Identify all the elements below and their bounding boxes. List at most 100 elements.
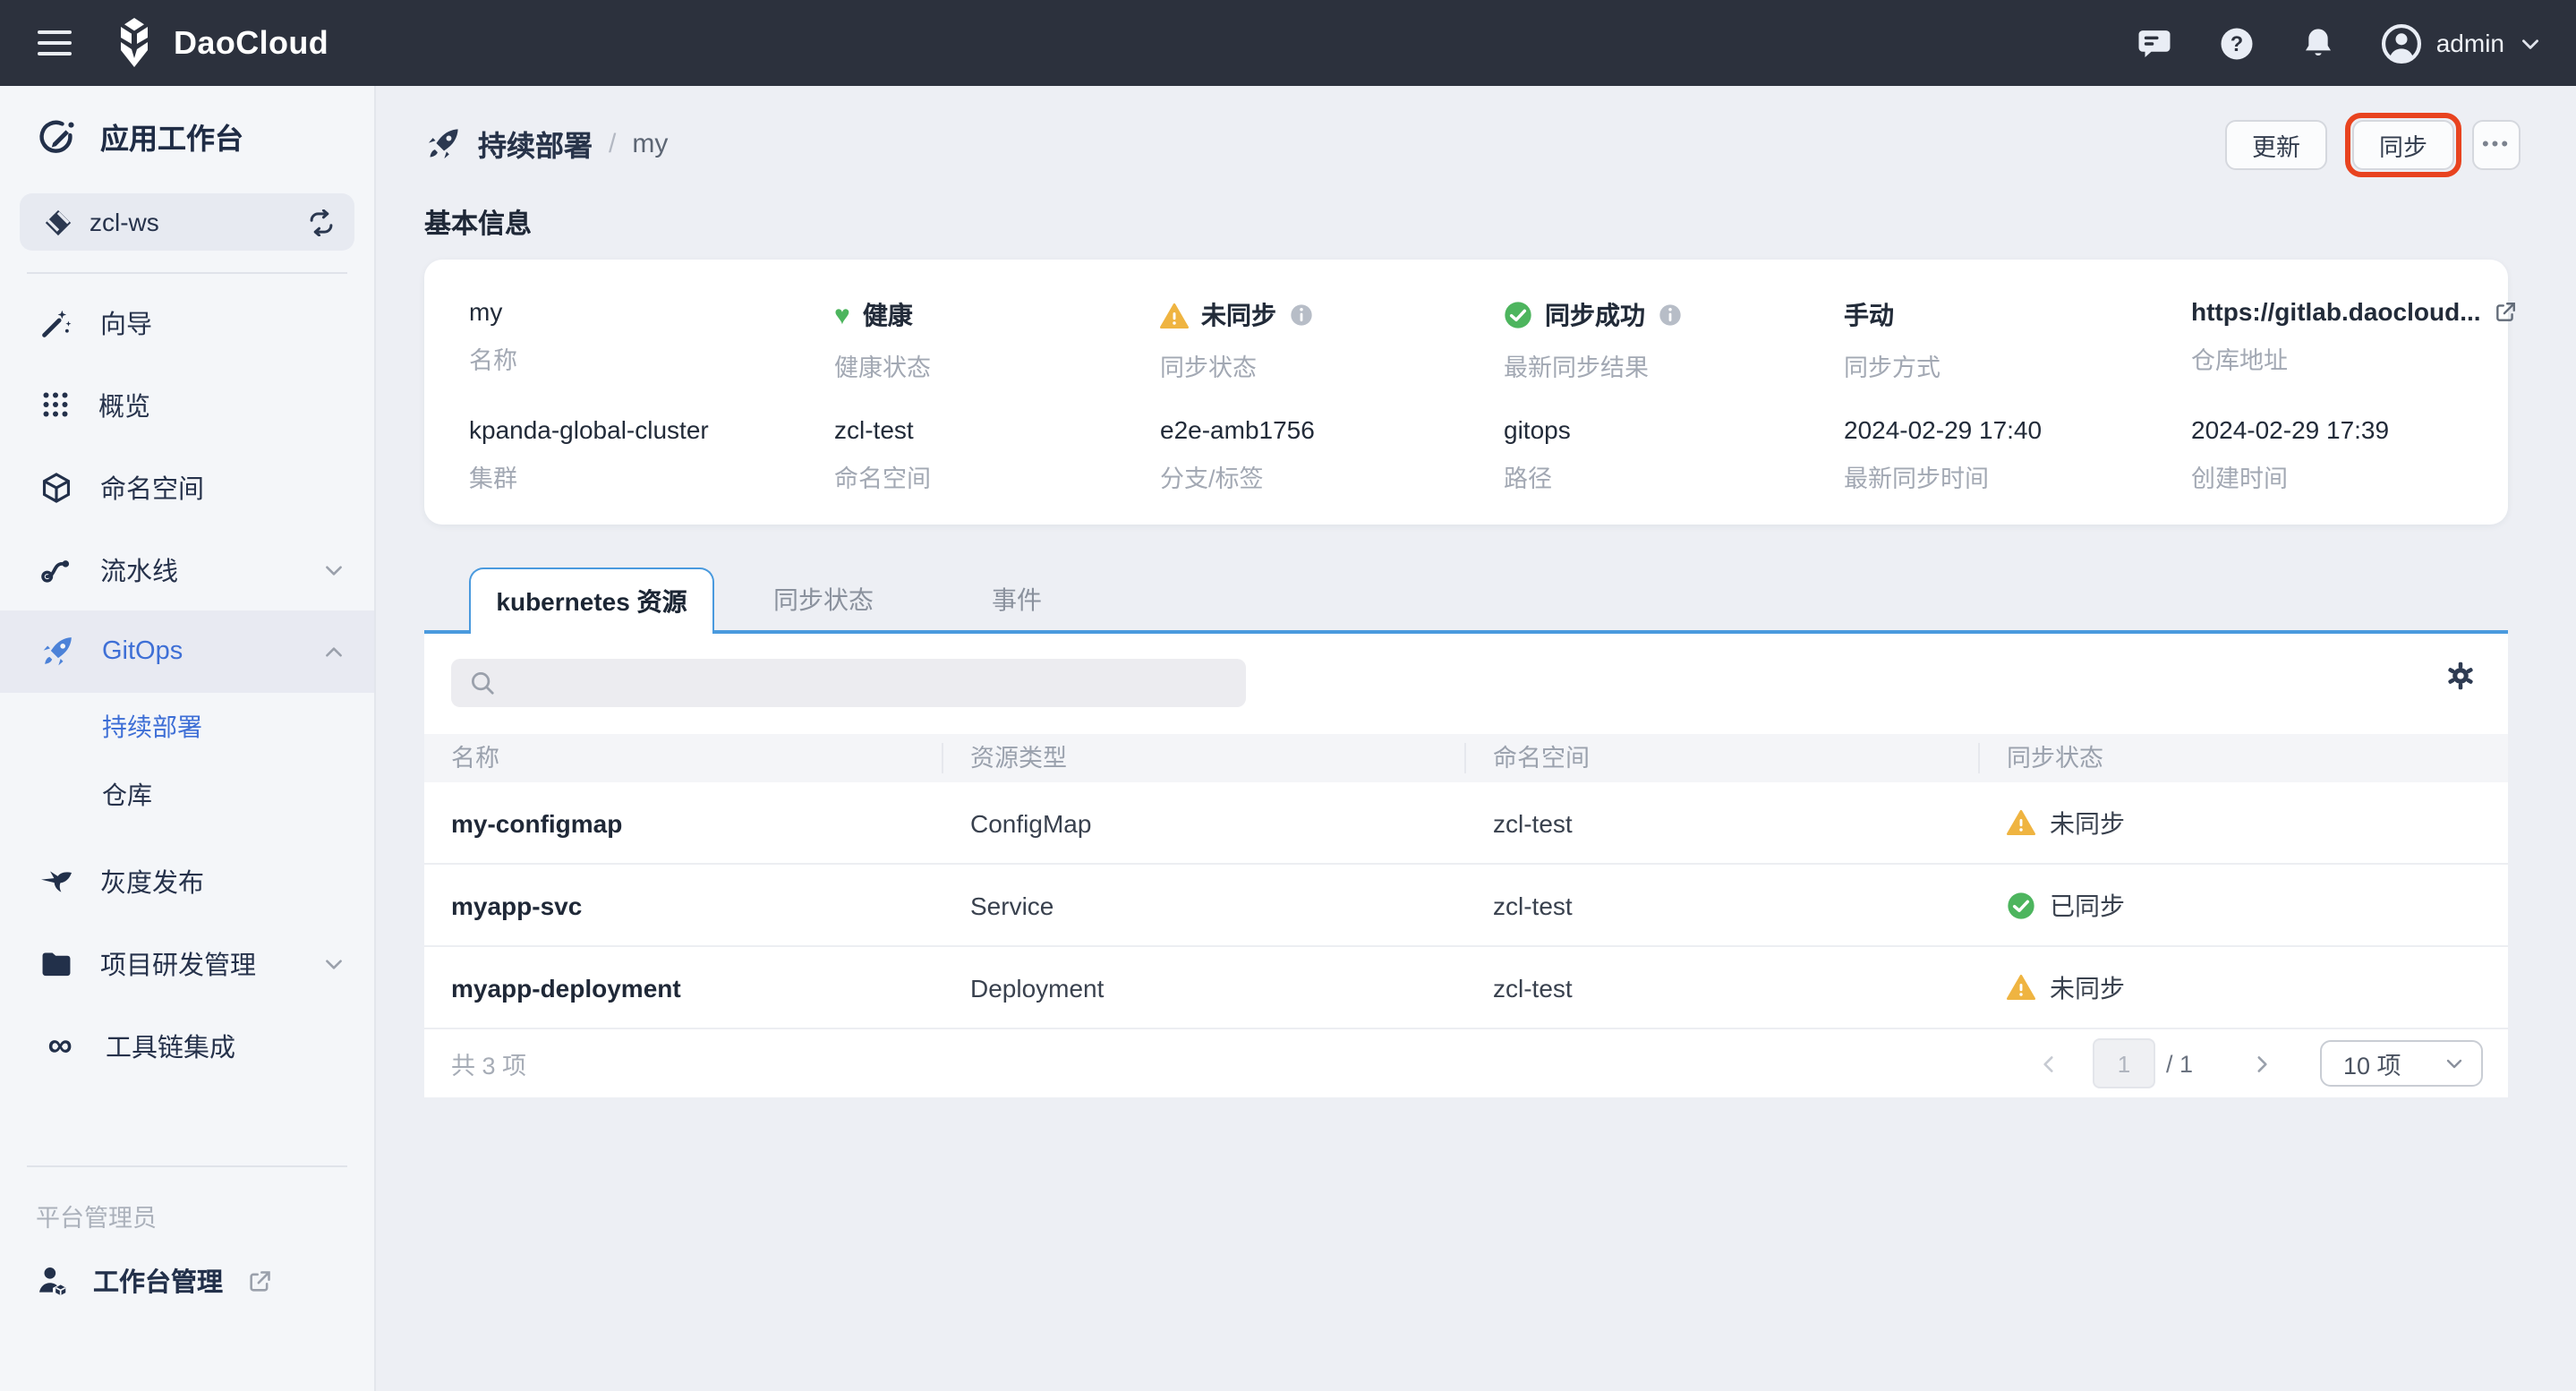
resource-sync-status: 未同步	[1980, 969, 2508, 1005]
info-value: 未同步	[1201, 297, 1276, 333]
page-header: 持续部署 / my 更新 同步 •••	[376, 86, 2576, 201]
resources-panel: 名称 资源类型 命名空间 同步状态 my-configmap ConfigMap…	[424, 630, 2508, 1097]
notification-bell-icon[interactable]	[2300, 24, 2336, 62]
daocloud-logo-icon	[111, 18, 158, 68]
column-header-name[interactable]: 名称	[424, 743, 943, 773]
info-label: 最新同步时间	[1844, 458, 2191, 494]
main-content: 持续部署 / my 更新 同步 ••• 基本信息 my 名称	[376, 86, 2576, 1391]
admin-user-icon	[36, 1264, 70, 1298]
sidebar-item-overview[interactable]: 概览	[0, 363, 374, 446]
rocket-icon	[39, 634, 75, 670]
column-header-sync-status[interactable]: 同步状态	[1980, 743, 2508, 773]
next-page-icon[interactable]	[2243, 1052, 2281, 1075]
more-actions-button[interactable]: •••	[2472, 120, 2521, 170]
repo-url-link[interactable]: https://gitlab.daocloud...	[2191, 297, 2481, 326]
resource-namespace: zcl-test	[1466, 973, 1980, 1002]
external-link-icon[interactable]	[2494, 300, 2517, 323]
pipeline-icon	[39, 552, 73, 586]
sidebar-item-label: 灰度发布	[100, 862, 204, 900]
success-check-icon	[2007, 891, 2035, 919]
status-label: 未同步	[2050, 969, 2125, 1005]
info-last-sync-time: 2024-02-29 17:40 最新同步时间	[1844, 383, 2191, 494]
total-count: 共 3 项	[424, 1045, 526, 1081]
info-cluster: kpanda-global-cluster 集群	[469, 383, 834, 494]
info-value: e2e-amb1756	[1160, 415, 1504, 444]
workspace-selector[interactable]: zcl-ws	[20, 193, 354, 251]
user-menu[interactable]: admin	[2381, 22, 2542, 64]
info-value: kpanda-global-cluster	[469, 415, 834, 444]
info-value: 手动	[1844, 297, 2191, 333]
table-row[interactable]: my-configmap ConfigMap zcl-test 未同步	[424, 782, 2508, 865]
chevron-down-icon	[322, 558, 345, 581]
sidebar-item-gitops[interactable]: GitOps	[0, 610, 374, 693]
role-label: 平台管理员	[0, 1167, 374, 1233]
sidebar-item-gray-release[interactable]: 灰度发布	[0, 840, 374, 922]
sidebar-item-label: 项目研发管理	[100, 944, 256, 982]
breadcrumb-root[interactable]: 持续部署	[478, 122, 593, 165]
sidebar-item-workbench-admin[interactable]: 工作台管理	[0, 1233, 374, 1300]
table-row[interactable]: myapp-svc Service zcl-test 已同步	[424, 865, 2508, 947]
external-link-icon	[246, 1268, 271, 1293]
username: admin	[2436, 29, 2504, 57]
menu-toggle-button[interactable]	[38, 30, 72, 55]
sidebar-item-label: 概览	[98, 386, 150, 423]
column-header-type[interactable]: 资源类型	[943, 743, 1466, 773]
header-actions: 更新 同步 •••	[2225, 113, 2521, 177]
warning-icon	[1160, 302, 1189, 329]
info-value: gitops	[1504, 415, 1844, 444]
sidebar-item-toolchain[interactable]: ∞ 工具链集成	[0, 1004, 374, 1087]
sidebar-item-wizard[interactable]: 向导	[0, 281, 374, 363]
info-value: zcl-test	[834, 415, 1160, 444]
info-tooltip-icon[interactable]	[1289, 303, 1314, 328]
info-tooltip-icon[interactable]	[1658, 303, 1683, 328]
sidebar-item-project-management[interactable]: 项目研发管理	[0, 922, 374, 1004]
resource-name[interactable]: myapp-deployment	[424, 973, 943, 1002]
sidebar-item-namespace[interactable]: 命名空间	[0, 446, 374, 528]
sidebar-product[interactable]: 应用工作台	[0, 86, 374, 179]
info-namespace: zcl-test 命名空间	[834, 383, 1160, 494]
resource-name[interactable]: my-configmap	[424, 808, 943, 837]
avatar-icon	[2381, 22, 2422, 64]
success-check-icon	[1504, 301, 1532, 329]
status-label: 已同步	[2050, 887, 2125, 923]
sidebar-item-continuous-deployment[interactable]: 持续部署	[0, 693, 374, 761]
help-icon[interactable]: ?	[2218, 24, 2256, 62]
workspace-name: zcl-ws	[90, 208, 159, 236]
info-value: 2024-02-29 17:40	[1844, 415, 2191, 444]
info-label: 同步方式	[1844, 347, 2191, 383]
resource-type: ConfigMap	[943, 808, 1466, 837]
search-box	[451, 659, 1246, 707]
sidebar-item-label: 命名空间	[100, 468, 204, 506]
info-label: 分支/标签	[1160, 458, 1504, 494]
switch-workspace-icon[interactable]	[306, 209, 337, 235]
sidebar-bottom: 平台管理员 工作台管理	[0, 1165, 374, 1391]
page-number-input[interactable]	[2093, 1038, 2155, 1088]
table-row[interactable]: myapp-deployment Deployment zcl-test 未同步	[424, 947, 2508, 1029]
tab-events[interactable]: 事件	[933, 567, 1101, 630]
prev-page-icon[interactable]	[2030, 1052, 2068, 1075]
topbar: DaoCloud ?	[0, 0, 2576, 86]
tab-sync-status[interactable]: 同步状态	[714, 567, 933, 630]
folder-icon	[39, 948, 73, 978]
info-repo-url: https://gitlab.daocloud... 仓库地址	[2191, 260, 2517, 383]
resource-name[interactable]: myapp-svc	[424, 891, 943, 919]
message-icon[interactable]	[2136, 24, 2173, 62]
info-label: 命名空间	[834, 458, 1160, 494]
sync-button[interactable]: 同步	[2352, 120, 2454, 170]
resource-namespace: zcl-test	[1466, 891, 1980, 919]
sidebar-item-pipeline[interactable]: 流水线	[0, 528, 374, 610]
info-sync-mode: 手动 同步方式	[1844, 260, 2191, 383]
sidebar-item-repository[interactable]: 仓库	[0, 761, 374, 829]
info-value: 健康	[863, 297, 913, 333]
table-settings-gear-icon[interactable]	[2438, 653, 2483, 698]
info-label: 路径	[1504, 458, 1844, 494]
info-label: 仓库地址	[2191, 340, 2517, 376]
page-size-select[interactable]: 10 项	[2320, 1040, 2483, 1087]
sidebar-item-label: 流水线	[100, 550, 178, 588]
search-input[interactable]	[496, 659, 1246, 707]
column-header-namespace[interactable]: 命名空间	[1466, 743, 1980, 773]
brand[interactable]: DaoCloud	[111, 18, 328, 68]
brand-name: DaoCloud	[174, 24, 328, 62]
tab-kubernetes-resources[interactable]: kubernetes 资源	[469, 567, 714, 634]
update-button[interactable]: 更新	[2225, 120, 2327, 170]
